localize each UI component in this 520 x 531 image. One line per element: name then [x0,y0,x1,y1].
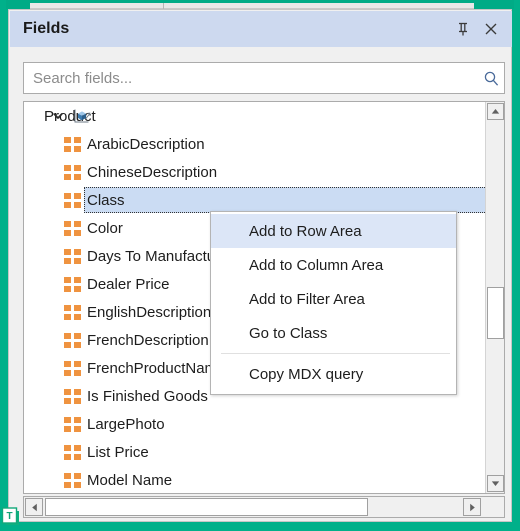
tree-item-label: List Price [87,443,149,461]
tree-item[interactable]: LargePhoto [24,410,487,438]
tree-item-label: Model Name [87,471,173,489]
context-menu-item[interactable]: Add to Column Area [211,248,456,282]
horizontal-scrollbar[interactable] [23,496,505,518]
context-menu-item[interactable]: Add to Filter Area [211,282,456,316]
horizontal-scroll-thumb[interactable] [45,498,368,516]
attribute-icon [62,466,82,493]
screenshot-root: Fields Search fields... Product ArabicDe… [0,0,520,531]
scroll-down-arrow-icon[interactable] [487,475,504,492]
chevron-down-icon[interactable] [50,102,66,130]
tree-item-label: ChineseDescription [87,163,218,181]
attribute-icon [62,158,82,186]
vertical-scroll-thumb[interactable] [487,287,504,339]
attribute-icon [62,242,82,270]
tree-item-label: Is Finished Goods [87,387,208,405]
attribute-icon [62,214,82,242]
scroll-left-arrow-icon[interactable] [25,498,43,516]
attribute-icon [62,410,82,438]
close-icon[interactable] [478,16,504,42]
svg-text:T: T [6,511,12,522]
tree-item-label: Dealer Price [87,275,170,293]
scroll-right-arrow-icon[interactable] [463,498,481,516]
search-icon[interactable] [478,63,504,93]
attribute-icon [62,270,82,298]
search-field-container[interactable] [23,62,505,94]
tree-item-label: FrenchDescription [87,331,209,349]
attribute-icon [62,130,82,158]
attribute-icon [62,186,82,214]
search-input[interactable] [24,63,478,93]
tree-item-label: EnglishDescription [87,303,212,321]
page-title: Fields [23,20,70,37]
tree-item-selection [84,187,487,213]
pin-icon[interactable] [450,16,476,42]
context-menu-item[interactable]: Go to Class [211,316,456,350]
tree-item-label: LargePhoto [87,415,165,433]
tree-item[interactable]: Model Name [24,466,487,493]
attribute-icon [62,326,82,354]
scroll-up-arrow-icon[interactable] [487,103,504,120]
context-menu-separator [221,353,450,354]
tree-item-label: Class [87,191,125,209]
tree-node-product[interactable]: Product [24,102,487,130]
tree-item-label: FrenchProductName [87,359,226,377]
tree-item[interactable]: ArabicDescription [24,130,487,158]
tree-item-label: Days To Manufacture [87,247,229,265]
context-menu[interactable]: Add to Row Area Add to Column Area Add to … [210,211,457,395]
attribute-icon [62,382,82,410]
textbox-indicator-icon[interactable]: T [1,507,22,529]
tree-item[interactable]: ChineseDescription [24,158,487,186]
dimension-cube-icon [72,102,92,130]
panel-header: Fields [10,11,512,47]
window-top-strip [6,0,514,9]
tree-item[interactable]: List Price [24,438,487,466]
context-menu-item[interactable]: Copy MDX query [211,357,456,391]
vertical-scrollbar[interactable] [485,102,504,493]
context-menu-item[interactable]: Add to Row Area [211,214,456,248]
tree-item-label: ArabicDescription [87,135,205,153]
tree-item[interactable]: Class [24,186,487,214]
attribute-icon [62,298,82,326]
tree-item-label: Color [87,219,123,237]
panel-header-buttons [450,16,504,42]
attribute-icon [62,354,82,382]
attribute-icon [62,438,82,466]
